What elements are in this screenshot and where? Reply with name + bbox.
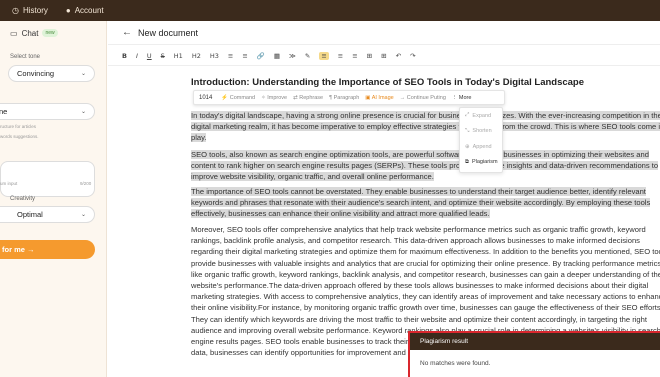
write-for-me-button[interactable]: for me → xyxy=(0,240,95,259)
paragraph-2: SEO tools, also known as search engine o… xyxy=(191,149,660,183)
creativity-value: Optimal xyxy=(17,210,43,219)
formatting-toolbar: B I U S H1 H2 H3 ≡ ≡ 🔗 ▦ ≫ ✎ ≡ ≡ ≡ ⊞ ⊞ ↶… xyxy=(108,46,660,66)
chat-tab[interactable]: ▭ Chat new xyxy=(0,25,106,41)
quote-icon[interactable]: ≫ xyxy=(289,52,296,60)
back-arrow-icon[interactable]: ← xyxy=(122,27,132,38)
chevron-down-icon: ⌄ xyxy=(80,212,86,218)
document-title: New document xyxy=(138,27,199,38)
plagiarism-title: Plagiarism result xyxy=(410,333,660,350)
paragraph-3-text: The importance of SEO tools cannot be ov… xyxy=(191,187,651,219)
link-icon[interactable]: 🔗 xyxy=(257,52,265,60)
creativity-label: Creativity xyxy=(10,196,36,202)
numbered-list-icon[interactable]: ≡ xyxy=(242,52,247,60)
redo-icon[interactable]: ↷ xyxy=(410,52,415,60)
menu-item-shorten[interactable]: ⤡ Shorten xyxy=(460,124,502,140)
ai-context-toolbar: 1014 ⚡ Command ✧ Improve ⇄ Rephrase ¶ Pa… xyxy=(193,90,505,105)
align-center-icon[interactable]: ≡ xyxy=(338,52,343,60)
tone-label: Select tone xyxy=(10,54,41,60)
keywords-hint: words suggestions. xyxy=(0,134,39,139)
user-icon: ● xyxy=(65,6,71,15)
more-menu: ⤢ Expand ⤡ Shorten ⊕ Append ⧉ Plagiarism xyxy=(459,107,503,173)
input-count-label: um input xyxy=(0,181,18,186)
history-link[interactable]: ◷ History xyxy=(12,6,48,15)
image-icon[interactable]: ▦ xyxy=(274,52,280,60)
settings-sidebar: ▭ Chat new Select tone Convincing ⌄ ne ⌄… xyxy=(0,21,107,377)
menu-item-append[interactable]: ⊕ Append xyxy=(460,139,502,155)
creativity-select[interactable]: Optimal ⌄ xyxy=(0,206,95,223)
bullet-list-icon[interactable]: ≡ xyxy=(228,52,233,60)
h3-button[interactable]: H3 xyxy=(210,52,219,60)
underline-button[interactable]: U xyxy=(147,52,152,60)
menu-item-label: Append xyxy=(472,143,492,150)
menu-item-expand[interactable]: ⤢ Expand xyxy=(460,108,502,124)
account-link[interactable]: ● Account xyxy=(66,6,104,15)
clock-icon: ◷ xyxy=(12,6,19,15)
plagiarism-result-panel: Plagiarism result No matches were found. xyxy=(408,331,660,377)
grid-icon[interactable]: ⊞ xyxy=(381,52,386,60)
italic-button[interactable]: I xyxy=(136,52,138,60)
menu-item-label: Plagiarism xyxy=(471,159,498,166)
append-icon: ⊕ xyxy=(465,143,470,150)
tone-select[interactable]: Convincing ⌄ xyxy=(8,65,95,82)
rephrase-button[interactable]: ⇄ Rephrase xyxy=(293,95,323,101)
history-label: History xyxy=(22,6,48,15)
prompt-textarea[interactable] xyxy=(0,161,95,197)
table-icon[interactable]: ⊞ xyxy=(367,52,372,60)
strikethrough-button[interactable]: S xyxy=(161,52,165,60)
command-button[interactable]: ⚡ Command xyxy=(221,95,255,101)
language-select[interactable]: ne ⌄ xyxy=(0,103,95,120)
menu-item-plagiarism[interactable]: ⧉ Plagiarism xyxy=(460,155,502,171)
chat-label: Chat xyxy=(21,28,39,38)
paragraph-1: In today's digital landscape, having a s… xyxy=(191,110,660,144)
new-badge: new xyxy=(42,29,58,37)
continue-writing-button[interactable]: → Continue Puting xyxy=(400,95,446,101)
paragraph-1-text: In today's digital landscape, having a s… xyxy=(191,111,660,143)
expand-icon: ⤢ xyxy=(465,112,470,119)
plagiarism-message: No matches were found. xyxy=(420,360,491,367)
align-left-icon[interactable]: ≡ xyxy=(319,51,329,60)
chevron-down-icon: ⌄ xyxy=(80,71,86,77)
document-heading: Introduction: Understanding the Importan… xyxy=(191,77,585,88)
input-count-value: 9/200 xyxy=(80,181,92,186)
menu-item-label: Expand xyxy=(472,112,492,119)
h1-button[interactable]: H1 xyxy=(174,52,183,60)
structure-hint: ructure for articles xyxy=(0,124,37,129)
top-bar: ◷ History ● Account xyxy=(0,0,660,21)
align-right-icon[interactable]: ≡ xyxy=(352,52,357,60)
chat-icon: ▭ xyxy=(10,28,18,38)
selection-count: 1014 xyxy=(199,94,213,101)
shorten-icon: ⤡ xyxy=(465,127,470,134)
plagiarism-icon: ⧉ xyxy=(465,158,469,165)
tone-value: Convincing xyxy=(17,69,55,78)
document-header: ← New document xyxy=(108,21,660,45)
h2-button[interactable]: H2 xyxy=(192,52,201,60)
paragraph-button[interactable]: ¶ Paragraph xyxy=(329,95,359,101)
paragraph-2-text: SEO tools, also known as search engine o… xyxy=(191,150,659,182)
more-button[interactable]: ⋮ More xyxy=(452,95,472,101)
improve-button[interactable]: ✧ Improve xyxy=(261,95,287,101)
chevron-down-icon: ⌄ xyxy=(80,109,86,115)
bold-button[interactable]: B xyxy=(122,52,127,60)
highlight-icon[interactable]: ✎ xyxy=(305,52,310,60)
ai-image-button[interactable]: ▣ AI Image xyxy=(365,95,393,101)
undo-icon[interactable]: ↶ xyxy=(396,52,401,60)
language-value: ne xyxy=(0,107,8,116)
menu-item-label: Shorten xyxy=(472,128,492,135)
paragraph-3: The importance of SEO tools cannot be ov… xyxy=(191,186,660,220)
account-label: Account xyxy=(74,6,104,15)
